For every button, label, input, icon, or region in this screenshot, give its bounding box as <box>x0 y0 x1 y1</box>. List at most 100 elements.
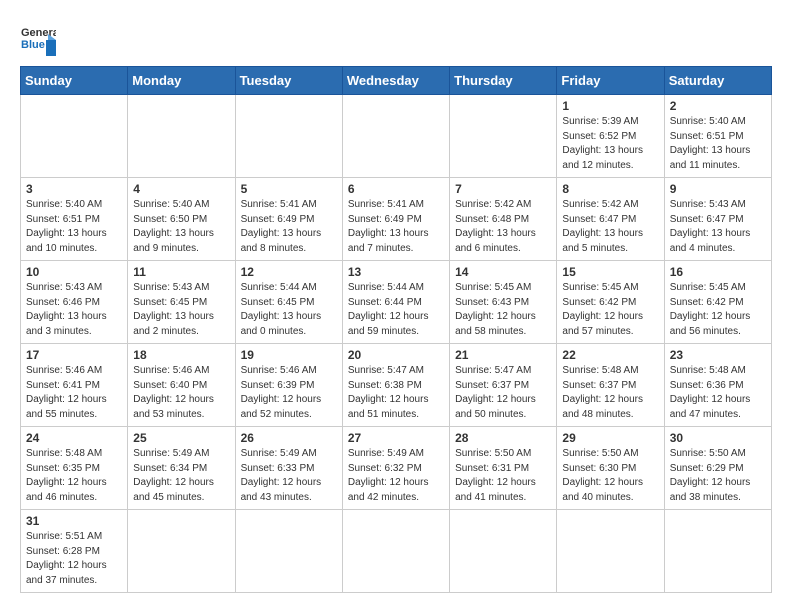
day-info: Sunrise: 5:45 AM Sunset: 6:42 PM Dayligh… <box>562 281 658 339</box>
day-info: Sunrise: 5:42 AM Sunset: 6:48 PM Dayligh… <box>455 198 551 256</box>
day-info: Sunrise: 5:46 AM Sunset: 6:40 PM Dayligh… <box>133 364 229 422</box>
calendar-week-1: 1 Sunrise: 5:39 AM Sunset: 6:52 PM Daylig… <box>21 95 772 178</box>
calendar-cell: 19 Sunrise: 5:46 AM Sunset: 6:39 PM Dayli… <box>235 344 342 427</box>
day-number: 5 <box>241 182 337 196</box>
day-number: 9 <box>670 182 766 196</box>
calendar-cell: 8 Sunrise: 5:42 AM Sunset: 6:47 PM Daylig… <box>557 178 664 261</box>
day-info: Sunrise: 5:46 AM Sunset: 6:41 PM Dayligh… <box>26 364 122 422</box>
day-info: Sunrise: 5:50 AM Sunset: 6:31 PM Dayligh… <box>455 447 551 505</box>
day-number: 31 <box>26 514 122 528</box>
day-info: Sunrise: 5:50 AM Sunset: 6:29 PM Dayligh… <box>670 447 766 505</box>
day-number: 27 <box>348 431 444 445</box>
day-number: 28 <box>455 431 551 445</box>
day-info: Sunrise: 5:45 AM Sunset: 6:42 PM Dayligh… <box>670 281 766 339</box>
day-info: Sunrise: 5:46 AM Sunset: 6:39 PM Dayligh… <box>241 364 337 422</box>
calendar-cell: 29Sunrise: 5:50 AM Sunset: 6:30 PM Dayli… <box>557 427 664 510</box>
day-number: 3 <box>26 182 122 196</box>
day-number: 4 <box>133 182 229 196</box>
day-info: Sunrise: 5:44 AM Sunset: 6:45 PM Dayligh… <box>241 281 337 339</box>
day-info: Sunrise: 5:47 AM Sunset: 6:38 PM Dayligh… <box>348 364 444 422</box>
day-info: Sunrise: 5:47 AM Sunset: 6:37 PM Dayligh… <box>455 364 551 422</box>
calendar-cell: 1 Sunrise: 5:39 AM Sunset: 6:52 PM Daylig… <box>557 95 664 178</box>
calendar-cell: 23 Sunrise: 5:48 AM Sunset: 6:36 PM Dayli… <box>664 344 771 427</box>
day-info: Sunrise: 5:50 AM Sunset: 6:30 PM Dayligh… <box>562 447 658 505</box>
day-number: 16 <box>670 265 766 279</box>
day-number: 7 <box>455 182 551 196</box>
calendar-cell: 9 Sunrise: 5:43 AM Sunset: 6:47 PM Daylig… <box>664 178 771 261</box>
calendar-cell <box>342 510 449 593</box>
calendar-week-5: 24 Sunrise: 5:48 AM Sunset: 6:35 PM Dayli… <box>21 427 772 510</box>
calendar-table: SundayMondayTuesdayWednesdayThursdayFrid… <box>20 66 772 593</box>
weekday-header-saturday: Saturday <box>664 67 771 95</box>
calendar-cell: 6Sunrise: 5:41 AM Sunset: 6:49 PM Daylig… <box>342 178 449 261</box>
day-number: 8 <box>562 182 658 196</box>
day-info: Sunrise: 5:40 AM Sunset: 6:51 PM Dayligh… <box>670 115 766 173</box>
day-info: Sunrise: 5:41 AM Sunset: 6:49 PM Dayligh… <box>241 198 337 256</box>
calendar-cell <box>342 95 449 178</box>
calendar-week-6: 31 Sunrise: 5:51 AM Sunset: 6:28 PM Dayli… <box>21 510 772 593</box>
weekday-header-monday: Monday <box>128 67 235 95</box>
weekday-header-sunday: Sunday <box>21 67 128 95</box>
calendar-week-4: 17Sunrise: 5:46 AM Sunset: 6:41 PM Dayli… <box>21 344 772 427</box>
weekday-header-wednesday: Wednesday <box>342 67 449 95</box>
weekday-header-tuesday: Tuesday <box>235 67 342 95</box>
day-number: 2 <box>670 99 766 113</box>
calendar-cell: 7 Sunrise: 5:42 AM Sunset: 6:48 PM Daylig… <box>450 178 557 261</box>
day-number: 20 <box>348 348 444 362</box>
calendar-cell: 2 Sunrise: 5:40 AM Sunset: 6:51 PM Daylig… <box>664 95 771 178</box>
day-info: Sunrise: 5:44 AM Sunset: 6:44 PM Dayligh… <box>348 281 444 339</box>
day-info: Sunrise: 5:49 AM Sunset: 6:33 PM Dayligh… <box>241 447 337 505</box>
calendar-cell <box>450 510 557 593</box>
calendar-cell: 15 Sunrise: 5:45 AM Sunset: 6:42 PM Dayli… <box>557 261 664 344</box>
day-number: 25 <box>133 431 229 445</box>
day-info: Sunrise: 5:42 AM Sunset: 6:47 PM Dayligh… <box>562 198 658 256</box>
day-info: Sunrise: 5:48 AM Sunset: 6:36 PM Dayligh… <box>670 364 766 422</box>
day-info: Sunrise: 5:51 AM Sunset: 6:28 PM Dayligh… <box>26 530 122 588</box>
calendar-cell <box>450 95 557 178</box>
day-number: 26 <box>241 431 337 445</box>
calendar-cell <box>21 95 128 178</box>
day-number: 23 <box>670 348 766 362</box>
day-info: Sunrise: 5:48 AM Sunset: 6:35 PM Dayligh… <box>26 447 122 505</box>
day-info: Sunrise: 5:39 AM Sunset: 6:52 PM Dayligh… <box>562 115 658 173</box>
calendar-cell: 3Sunrise: 5:40 AM Sunset: 6:51 PM Daylig… <box>21 178 128 261</box>
weekday-header-row: SundayMondayTuesdayWednesdayThursdayFrid… <box>21 67 772 95</box>
day-number: 18 <box>133 348 229 362</box>
weekday-header-thursday: Thursday <box>450 67 557 95</box>
calendar-cell: 30Sunrise: 5:50 AM Sunset: 6:29 PM Dayli… <box>664 427 771 510</box>
day-number: 22 <box>562 348 658 362</box>
calendar-cell: 16 Sunrise: 5:45 AM Sunset: 6:42 PM Dayli… <box>664 261 771 344</box>
weekday-header-friday: Friday <box>557 67 664 95</box>
day-info: Sunrise: 5:43 AM Sunset: 6:46 PM Dayligh… <box>26 281 122 339</box>
calendar-cell <box>128 95 235 178</box>
calendar-cell: 26 Sunrise: 5:49 AM Sunset: 6:33 PM Dayli… <box>235 427 342 510</box>
calendar-week-3: 10 Sunrise: 5:43 AM Sunset: 6:46 PM Dayli… <box>21 261 772 344</box>
calendar-cell <box>557 510 664 593</box>
calendar-cell: 25 Sunrise: 5:49 AM Sunset: 6:34 PM Dayli… <box>128 427 235 510</box>
svg-text:Blue: Blue <box>21 39 45 51</box>
day-number: 1 <box>562 99 658 113</box>
header: General Blue <box>20 20 772 56</box>
day-number: 21 <box>455 348 551 362</box>
calendar-cell: 12 Sunrise: 5:44 AM Sunset: 6:45 PM Dayli… <box>235 261 342 344</box>
calendar-cell <box>128 510 235 593</box>
day-number: 12 <box>241 265 337 279</box>
calendar-cell: 24 Sunrise: 5:48 AM Sunset: 6:35 PM Dayli… <box>21 427 128 510</box>
calendar-cell: 28 Sunrise: 5:50 AM Sunset: 6:31 PM Dayli… <box>450 427 557 510</box>
calendar-cell: 27Sunrise: 5:49 AM Sunset: 6:32 PM Dayli… <box>342 427 449 510</box>
day-number: 19 <box>241 348 337 362</box>
day-info: Sunrise: 5:43 AM Sunset: 6:47 PM Dayligh… <box>670 198 766 256</box>
day-number: 15 <box>562 265 658 279</box>
day-info: Sunrise: 5:43 AM Sunset: 6:45 PM Dayligh… <box>133 281 229 339</box>
day-number: 11 <box>133 265 229 279</box>
day-number: 10 <box>26 265 122 279</box>
day-info: Sunrise: 5:48 AM Sunset: 6:37 PM Dayligh… <box>562 364 658 422</box>
day-info: Sunrise: 5:49 AM Sunset: 6:34 PM Dayligh… <box>133 447 229 505</box>
day-info: Sunrise: 5:41 AM Sunset: 6:49 PM Dayligh… <box>348 198 444 256</box>
calendar-cell: 13Sunrise: 5:44 AM Sunset: 6:44 PM Dayli… <box>342 261 449 344</box>
calendar-cell: 5 Sunrise: 5:41 AM Sunset: 6:49 PM Daylig… <box>235 178 342 261</box>
day-number: 24 <box>26 431 122 445</box>
calendar-cell: 4Sunrise: 5:40 AM Sunset: 6:50 PM Daylig… <box>128 178 235 261</box>
logo: General Blue <box>20 20 56 56</box>
calendar-cell: 31 Sunrise: 5:51 AM Sunset: 6:28 PM Dayli… <box>21 510 128 593</box>
